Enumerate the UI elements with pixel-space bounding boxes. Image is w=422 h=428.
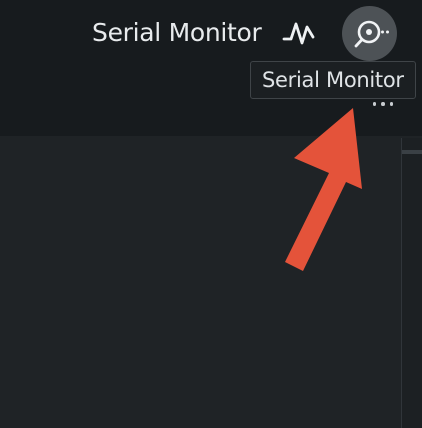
magnifier-icon <box>354 20 389 47</box>
toolbar: Serial Monitor Serial Monitor <box>0 0 422 136</box>
pulse-icon <box>282 22 315 45</box>
ellipsis-icon-dot <box>381 102 385 106</box>
serial-plotter-button[interactable] <box>279 12 319 52</box>
vertical-scrollbar[interactable] <box>401 138 422 428</box>
serial-monitor-tooltip: Serial Monitor <box>250 61 416 99</box>
more-actions-button[interactable] <box>366 96 400 112</box>
serial-monitor-button[interactable] <box>342 6 397 61</box>
toolbar-label: Serial Monitor <box>92 18 262 47</box>
ellipsis-icon-dot <box>389 102 394 106</box>
ellipsis-icon-dot <box>372 102 377 106</box>
scrollbar-thumb[interactable] <box>402 150 422 154</box>
editor-area <box>0 136 422 428</box>
